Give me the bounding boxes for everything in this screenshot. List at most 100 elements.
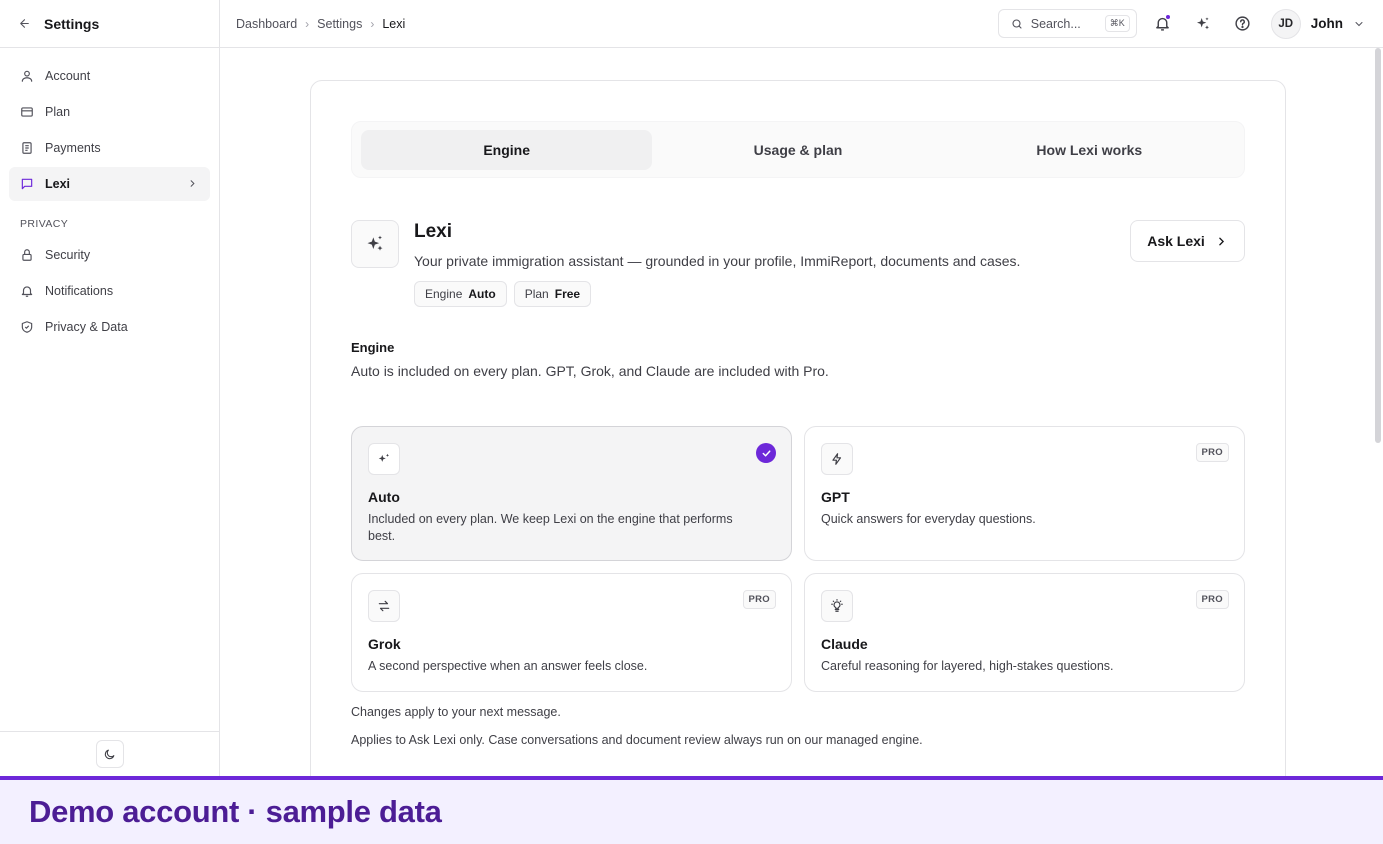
ask-lexi-label: Ask Lexi xyxy=(1147,233,1205,249)
ai-sparkles-button[interactable] xyxy=(1189,10,1217,38)
chevron-right-icon xyxy=(1215,235,1228,248)
engine-description: Auto is included on every plan. GPT, Gro… xyxy=(351,363,829,379)
engine-note-scope: Applies to Ask Lexi only. Case conversat… xyxy=(351,733,923,747)
sidebar-item-label: Lexi xyxy=(45,177,71,191)
sidebar-item-label: Payments xyxy=(45,141,101,155)
breadcrumb-settings[interactable]: Settings xyxy=(317,17,362,31)
tab-engine[interactable]: Engine xyxy=(361,129,653,170)
option-title: Auto xyxy=(368,489,400,505)
lightbulb-icon xyxy=(821,590,853,622)
scrollbar[interactable] xyxy=(1375,48,1381,443)
demo-banner: Demo account · sample data xyxy=(0,776,1383,844)
lexi-settings-card: Engine Usage & plan How Lexi works Lexi … xyxy=(310,80,1286,776)
page-subtitle: Your private immigration assistant — gro… xyxy=(414,253,1021,269)
tab-how-lexi-works[interactable]: How Lexi works xyxy=(944,130,1235,170)
breadcrumb-dashboard[interactable]: Dashboard xyxy=(236,17,297,31)
user-name: John xyxy=(1310,16,1343,31)
chat-icon xyxy=(20,177,34,191)
user-icon xyxy=(20,69,34,83)
chip-value: Free xyxy=(554,287,581,301)
engine-option-auto[interactable]: Auto Included on every plan. We keep Lex… xyxy=(351,426,792,561)
sidebar-section-privacy: PRIVACY xyxy=(20,218,69,230)
notifications-button[interactable] xyxy=(1149,10,1177,38)
demo-banner-text: Demo account · sample data xyxy=(29,794,442,829)
avatar: JD xyxy=(1270,8,1301,39)
back-arrow-icon[interactable] xyxy=(16,16,32,32)
option-description: Quick answers for everyday questions. xyxy=(821,512,1036,526)
sidebar-item-label: Account xyxy=(45,69,91,83)
card-icon xyxy=(20,105,34,119)
shield-icon xyxy=(20,320,34,334)
search-input[interactable]: Search... ⌘K xyxy=(997,9,1137,38)
sidebar-item-label: Privacy & Data xyxy=(45,320,128,334)
ask-lexi-button[interactable]: Ask Lexi xyxy=(1130,220,1245,262)
engine-option-gpt[interactable]: PRO GPT Quick answers for everyday quest… xyxy=(804,426,1245,561)
chevron-right-icon xyxy=(187,178,198,192)
search-icon xyxy=(1011,18,1023,30)
pro-badge: PRO xyxy=(742,590,776,609)
sidebar-item-notifications[interactable]: Notifications xyxy=(9,274,210,308)
sidebar-item-label: Notifications xyxy=(45,284,114,298)
option-title: Grok xyxy=(368,636,401,652)
chip-key: Plan xyxy=(524,287,549,301)
pro-badge: PRO xyxy=(1195,443,1229,462)
breadcrumb: Dashboard › Settings › Lexi xyxy=(220,17,405,31)
top-actions: Search... ⌘K JD John xyxy=(997,8,1383,39)
lexi-header: Lexi Your private immigration assistant … xyxy=(351,220,1245,310)
option-title: Claude xyxy=(821,636,868,652)
engine-heading: Engine xyxy=(351,340,395,355)
sidebar-item-lexi[interactable]: Lexi xyxy=(9,167,210,201)
sidebar-item-account[interactable]: Account xyxy=(9,59,210,93)
sidebar-item-payments[interactable]: Payments xyxy=(9,131,210,165)
plan-chip: Plan Free xyxy=(513,281,592,307)
chip-key: Engine xyxy=(425,287,463,301)
help-circle-icon xyxy=(1234,15,1251,32)
user-menu[interactable]: JD John xyxy=(1270,8,1365,39)
theme-toggle-button[interactable] xyxy=(95,740,124,768)
option-description: A second perspective when an answer feel… xyxy=(368,659,648,673)
chevron-down-icon xyxy=(1353,18,1365,30)
sidebar-item-label: Plan xyxy=(45,105,71,119)
chip-value: Auto xyxy=(468,287,496,301)
option-description: Careful reasoning for layered, high-stak… xyxy=(821,659,1114,673)
sidebar-header: Settings xyxy=(0,0,219,48)
sidebar-item-plan[interactable]: Plan xyxy=(9,95,210,129)
chevron-right-icon: › xyxy=(370,16,375,31)
bolt-icon xyxy=(821,443,853,475)
help-button[interactable] xyxy=(1229,10,1257,38)
status-chips: Engine Auto Plan Free xyxy=(414,281,598,307)
lock-icon xyxy=(20,248,34,262)
bell-icon xyxy=(20,284,34,298)
chevron-right-icon: › xyxy=(305,16,310,31)
engine-option-claude[interactable]: PRO Claude Careful reasoning for layered… xyxy=(804,573,1245,692)
tab-bar: Engine Usage & plan How Lexi works xyxy=(351,121,1245,178)
option-title: GPT xyxy=(821,489,850,505)
receipt-icon xyxy=(20,141,34,155)
page-title: Lexi xyxy=(414,221,453,242)
top-bar: Dashboard › Settings › Lexi Search... ⌘K… xyxy=(220,0,1383,48)
sidebar-item-privacy-data[interactable]: Privacy & Data xyxy=(9,310,210,344)
engine-note-next-message: Changes apply to your next message. xyxy=(351,705,561,719)
sidebar: Settings Account Plan Payments Lexi PRIV… xyxy=(0,0,220,776)
sidebar-footer xyxy=(0,731,219,776)
sparkles-icon xyxy=(368,443,400,475)
main-content: Engine Usage & plan How Lexi works Lexi … xyxy=(221,48,1383,776)
engine-option-grok[interactable]: PRO Grok A second perspective when an an… xyxy=(351,573,792,692)
engine-chip: Engine Auto xyxy=(414,281,507,307)
sparkles-icon xyxy=(1195,16,1211,32)
swap-icon xyxy=(368,590,400,622)
moon-icon xyxy=(103,748,116,761)
search-placeholder: Search... xyxy=(1030,16,1081,31)
sidebar-title: Settings xyxy=(44,15,100,32)
check-icon xyxy=(756,443,776,463)
tab-usage-plan[interactable]: Usage & plan xyxy=(652,130,943,170)
option-description: Included on every plan. We keep Lexi on … xyxy=(368,512,733,543)
sidebar-nav: Account Plan Payments Lexi PRIVACY Secur… xyxy=(0,48,219,344)
breadcrumb-current: Lexi xyxy=(382,16,406,31)
search-shortcut: ⌘K xyxy=(1104,15,1130,32)
pro-badge: PRO xyxy=(1195,590,1229,609)
notification-dot xyxy=(1164,13,1171,20)
sidebar-item-label: Security xyxy=(45,248,91,262)
sidebar-item-security[interactable]: Security xyxy=(9,238,210,272)
sparkles-icon xyxy=(351,220,399,268)
